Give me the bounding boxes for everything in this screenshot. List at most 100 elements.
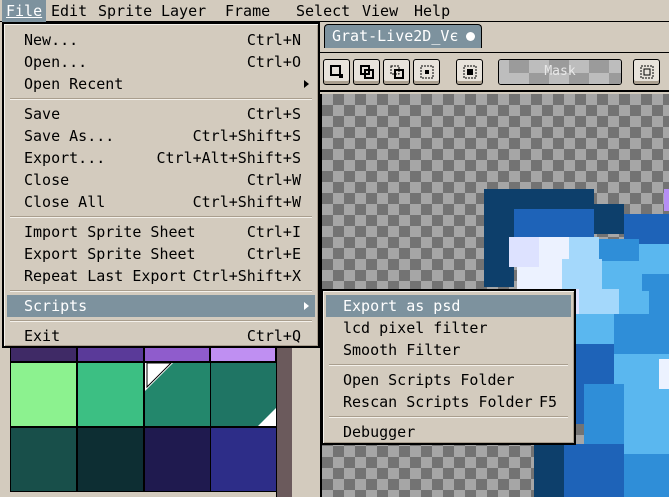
menu-item-open[interactable]: Open... Ctrl+O: [7, 51, 315, 73]
menu-separator: [10, 320, 312, 322]
menu-item-export-shortcut: Ctrl+Alt+Shift+S: [156, 149, 302, 167]
menu-help[interactable]: Help: [410, 0, 454, 22]
scripts-submenu: Export as psd lcd pixel filter Smooth Fi…: [321, 289, 576, 445]
menu-item-open-scripts-folder-label: Open Scripts Folder: [343, 371, 515, 389]
menu-item-open-recent-label: Open Recent: [24, 75, 124, 93]
menu-item-smooth-filter-label: Smooth Filter: [343, 341, 461, 359]
menu-item-import-sprite-sheet-shortcut: Ctrl+I: [246, 223, 301, 241]
selection-toolbar: Mask: [320, 52, 669, 92]
submenu-arrow-icon: [304, 302, 309, 310]
menu-frame-label: Frame: [225, 2, 271, 20]
menu-item-lcd-pixel-filter-label: lcd pixel filter: [343, 319, 488, 337]
bg-color-marker-icon: [258, 408, 276, 426]
menu-item-close-shortcut: Ctrl+W: [246, 171, 301, 189]
menu-item-smooth-filter[interactable]: Smooth Filter: [326, 339, 571, 361]
palette-scrollbar[interactable]: [276, 346, 292, 497]
intersect-selection-button[interactable]: [413, 59, 440, 85]
palette-swatch-6[interactable]: [77, 427, 144, 492]
menu-item-new-label: New...: [24, 31, 79, 49]
menu-item-new[interactable]: New... Ctrl+N: [7, 29, 315, 51]
color-palette: [0, 346, 320, 497]
menu-frame[interactable]: Frame: [221, 0, 274, 22]
menu-view[interactable]: View: [358, 0, 402, 22]
palette-swatch-8[interactable]: [210, 427, 277, 492]
menu-item-open-recent[interactable]: Open Recent: [7, 73, 315, 95]
menu-layer[interactable]: Layer: [157, 0, 210, 22]
close-tab-icon[interactable]: [466, 32, 475, 41]
selection-options-button[interactable]: [633, 59, 660, 85]
submenu-arrow-icon: [304, 80, 309, 88]
palette-swatch-top-2[interactable]: [77, 346, 144, 362]
menu-item-save-shortcut: Ctrl+S: [246, 105, 301, 123]
palette-swatch-top-4[interactable]: [210, 346, 276, 362]
menu-help-label: Help: [414, 2, 451, 20]
menu-separator: [10, 98, 312, 100]
palette-swatch-top-1[interactable]: [10, 346, 77, 362]
menu-item-repeat-last-export[interactable]: Repeat Last Export Ctrl+Shift+X: [7, 265, 315, 287]
mask-label: Mask: [544, 64, 576, 79]
mask-color-field[interactable]: Mask: [498, 59, 622, 85]
menu-sprite-label: Sprite: [98, 2, 153, 20]
menu-item-import-sprite-sheet-label: Import Sprite Sheet: [24, 223, 196, 241]
menu-item-export-sprite-sheet[interactable]: Export Sprite Sheet Ctrl+E: [7, 243, 315, 265]
menu-item-close[interactable]: Close Ctrl+W: [7, 169, 315, 191]
menu-item-export-as-psd[interactable]: Export as psd: [326, 295, 571, 317]
menu-edit-label: Edit: [51, 2, 88, 20]
selection-options-icon: [640, 65, 654, 79]
subtract-selection-button[interactable]: [383, 59, 410, 85]
tab-document-title: Grat-Live2D_Vє: [332, 27, 459, 45]
fg-color-marker-icon: [145, 363, 173, 391]
menu-item-import-sprite-sheet[interactable]: Import Sprite Sheet Ctrl+I: [7, 221, 315, 243]
menu-item-scripts-label: Scripts: [24, 297, 88, 315]
menu-separator: [10, 216, 312, 218]
tab-document[interactable]: Grat-Live2D_Vє: [324, 24, 482, 48]
menu-item-exit-label: Exit: [24, 327, 61, 345]
menu-item-repeat-last-export-label: Repeat Last Export: [24, 267, 187, 285]
transparent-color-button[interactable]: [456, 59, 483, 85]
palette-swatch-top-3[interactable]: [144, 346, 210, 362]
document-tabs: Grat-Live2D_Vє: [320, 22, 669, 52]
menu-item-close-all[interactable]: Close All Ctrl+Shift+W: [7, 191, 315, 213]
menu-item-close-all-shortcut: Ctrl+Shift+W: [192, 193, 301, 211]
menu-item-new-shortcut: Ctrl+N: [246, 31, 301, 49]
menu-item-rescan-scripts-folder-label: Rescan Scripts Folder: [343, 393, 533, 411]
replace-selection-button[interactable]: [323, 59, 350, 85]
palette-swatch-4[interactable]: [210, 362, 277, 427]
magic-select-icon: [463, 65, 477, 79]
replace-selection-icon: [330, 65, 343, 78]
menu-edit[interactable]: Edit: [47, 0, 91, 22]
menu-select[interactable]: Select: [292, 0, 354, 22]
menu-item-exit[interactable]: Exit Ctrl+Q: [7, 325, 315, 347]
menu-item-open-label: Open...: [24, 53, 88, 71]
menu-item-export-sprite-sheet-shortcut: Ctrl+E: [246, 245, 301, 263]
add-selection-button[interactable]: [353, 59, 380, 85]
menu-item-save-as-label: Save As...: [24, 127, 115, 145]
palette-swatch-2[interactable]: [77, 362, 144, 427]
menu-item-save[interactable]: Save Ctrl+S: [7, 103, 315, 125]
menu-file[interactable]: File: [2, 0, 47, 22]
menu-item-save-as[interactable]: Save As... Ctrl+Shift+S: [7, 125, 315, 147]
menu-item-exit-shortcut: Ctrl+Q: [246, 327, 301, 345]
palette-swatch-3[interactable]: [144, 362, 211, 427]
menu-separator: [329, 364, 568, 366]
menu-layer-label: Layer: [161, 2, 207, 20]
palette-swatch-7[interactable]: [144, 427, 211, 492]
menu-item-rescan-scripts-folder-shortcut: F5: [538, 393, 557, 411]
menu-item-debugger[interactable]: Debugger: [326, 421, 571, 443]
subtract-selection-icon: [390, 65, 404, 79]
menu-file-label: File: [6, 2, 43, 20]
menu-item-scripts[interactable]: Scripts: [7, 295, 315, 317]
menu-item-save-label: Save: [24, 105, 61, 123]
menu-item-debugger-label: Debugger: [343, 423, 416, 441]
file-menu: New... Ctrl+N Open... Ctrl+O Open Recent S…: [2, 22, 320, 348]
menu-sprite[interactable]: Sprite: [94, 0, 156, 22]
menu-item-open-scripts-folder[interactable]: Open Scripts Folder: [326, 369, 571, 391]
menu-item-lcd-pixel-filter[interactable]: lcd pixel filter: [326, 317, 571, 339]
palette-swatch-5[interactable]: [10, 427, 77, 492]
menu-item-save-as-shortcut: Ctrl+Shift+S: [192, 127, 301, 145]
palette-swatch-1[interactable]: [10, 362, 77, 427]
menu-view-label: View: [362, 2, 399, 20]
menu-item-export[interactable]: Export... Ctrl+Alt+Shift+S: [7, 147, 315, 169]
intersect-selection-icon: [420, 65, 434, 79]
menu-item-rescan-scripts-folder[interactable]: Rescan Scripts Folder F5: [326, 391, 571, 413]
